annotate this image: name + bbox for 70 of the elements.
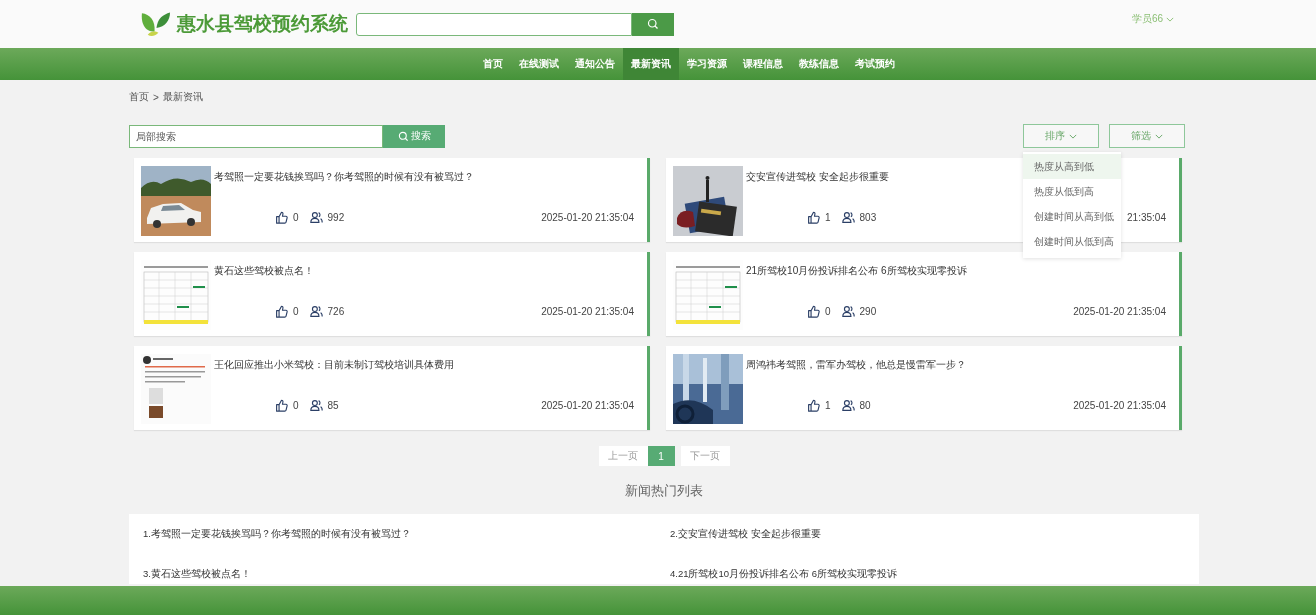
- search-button[interactable]: [632, 12, 674, 36]
- view-count: 290: [859, 306, 877, 317]
- nav-item[interactable]: 首页: [475, 48, 511, 80]
- chevron-down-icon: [1069, 133, 1077, 139]
- view-count: 803: [859, 212, 877, 223]
- news-card[interactable]: 黄石这些驾校被点名！ 0 726 2025-01-20 21:35:04: [134, 252, 650, 336]
- breadcrumb-separator: >: [153, 91, 159, 103]
- nav-item[interactable]: 学习资源: [679, 48, 735, 80]
- hot-list-link[interactable]: 1.考驾照一定要花钱挨骂吗？你考驾照的时候有没有被骂过？: [143, 528, 670, 544]
- user-name: 学员66: [1131, 12, 1163, 26]
- like-count: 1: [825, 400, 831, 411]
- news-time: 2025-01-20 21:35:04: [541, 212, 634, 223]
- people-icon: [309, 399, 323, 412]
- search-field[interactable]: [356, 12, 632, 36]
- news-title[interactable]: 黄石这些驾校被点名！: [214, 264, 314, 278]
- news-time: 2025-01-20 21:35:04: [1073, 400, 1166, 411]
- news-card[interactable]: 考驾照一定要花钱挨骂吗？你考驾照的时候有没有被骂过？ 0 992 2025-01-20 21:35:04: [134, 158, 650, 242]
- nav-item[interactable]: 通知公告: [567, 48, 623, 80]
- thumbs-up-icon: [275, 211, 288, 224]
- chevron-down-icon: [1166, 16, 1174, 22]
- search-icon: [397, 130, 409, 142]
- thumbs-up-icon: [807, 211, 820, 224]
- like-count: 0: [293, 400, 299, 411]
- search-icon: [647, 18, 659, 30]
- news-time: 2025-01-20 21:35:04: [541, 306, 634, 317]
- section-title: 新闻热门列表: [624, 482, 704, 500]
- hot-list-link[interactable]: 3.黄石这些驾校被点名！: [143, 568, 670, 584]
- view-count: 85: [327, 400, 339, 411]
- news-title[interactable]: 考驾照一定要花钱挨骂吗？你考驾照的时候有没有被骂过？: [214, 170, 474, 184]
- news-card[interactable]: 21所驾校10月份投诉排名公布 6所驾校实现零投诉 0 290 2025-01-20 21:35:04: [666, 252, 1182, 336]
- thumbs-up-icon: [275, 399, 288, 412]
- menu-item[interactable]: 热度从低到高: [1023, 179, 1121, 204]
- people-icon: [309, 305, 323, 318]
- thumbs-up-icon: [275, 305, 288, 318]
- news-title[interactable]: 21所驾校10月份投诉排名公布 6所驾校实现零投诉: [746, 264, 967, 278]
- news-title[interactable]: 交安宣传进驾校 安全起步很重要: [746, 170, 889, 184]
- nav-item[interactable]: 最新资讯: [623, 48, 679, 80]
- news-time: 2025-01-20 21:35:04: [1073, 306, 1166, 317]
- like-count: 1: [825, 212, 831, 223]
- news-card[interactable]: 王化回应推出小米驾校：目前未制订驾校培训具体费用 0 85 2025-01-20 21:35:04: [134, 346, 650, 430]
- thumbs-up-icon: [807, 305, 820, 318]
- nav-item[interactable]: 教练信息: [791, 48, 847, 80]
- menu-item[interactable]: 热度从高到低: [1023, 154, 1121, 179]
- news-time: 2025-01-20 21:35:04: [541, 400, 634, 411]
- people-icon: [309, 211, 323, 224]
- news-time: 21:35:04: [1127, 212, 1166, 223]
- like-count: 0: [293, 212, 299, 223]
- news-title[interactable]: 周鸿祎考驾照，雷军办驾校，他总是慢雷军一步？: [746, 358, 966, 372]
- view-count: 80: [859, 400, 871, 411]
- people-icon: [841, 305, 855, 318]
- view-count: 992: [327, 212, 345, 223]
- search-field[interactable]: 局部搜索: [129, 124, 383, 148]
- like-count: 0: [293, 306, 299, 317]
- chevron-down-icon: [1155, 133, 1163, 139]
- hot-list-link[interactable]: 2.交安宣传进驾校 安全起步很重要: [670, 528, 1185, 544]
- people-icon: [841, 211, 855, 224]
- news-card[interactable]: 周鸿祎考驾照，雷军办驾校，他总是慢雷军一步？ 1 80 2025-01-20 21:35:04: [666, 346, 1182, 430]
- site-title: 惠水县驾校预约系统: [177, 12, 348, 36]
- people-icon: [841, 399, 855, 412]
- nav-item[interactable]: 在线测试: [511, 48, 567, 80]
- breadcrumb-link[interactable]: 最新资讯: [162, 90, 203, 104]
- breadcrumb-link[interactable]: 首页: [129, 90, 149, 104]
- nav-item[interactable]: 课程信息: [735, 48, 791, 80]
- menu-item[interactable]: 创建时间从高到低: [1023, 204, 1121, 229]
- leaf-logo-icon: [140, 10, 171, 38]
- view-count: 726: [327, 306, 345, 317]
- news-title[interactable]: 王化回应推出小米驾校：目前未制订驾校培训具体费用: [214, 358, 454, 372]
- thumbs-up-icon: [807, 399, 820, 412]
- like-count: 0: [825, 306, 831, 317]
- hot-list-link[interactable]: 4.21所驾校10月份投诉排名公布 6所驾校实现零投诉: [670, 568, 1185, 584]
